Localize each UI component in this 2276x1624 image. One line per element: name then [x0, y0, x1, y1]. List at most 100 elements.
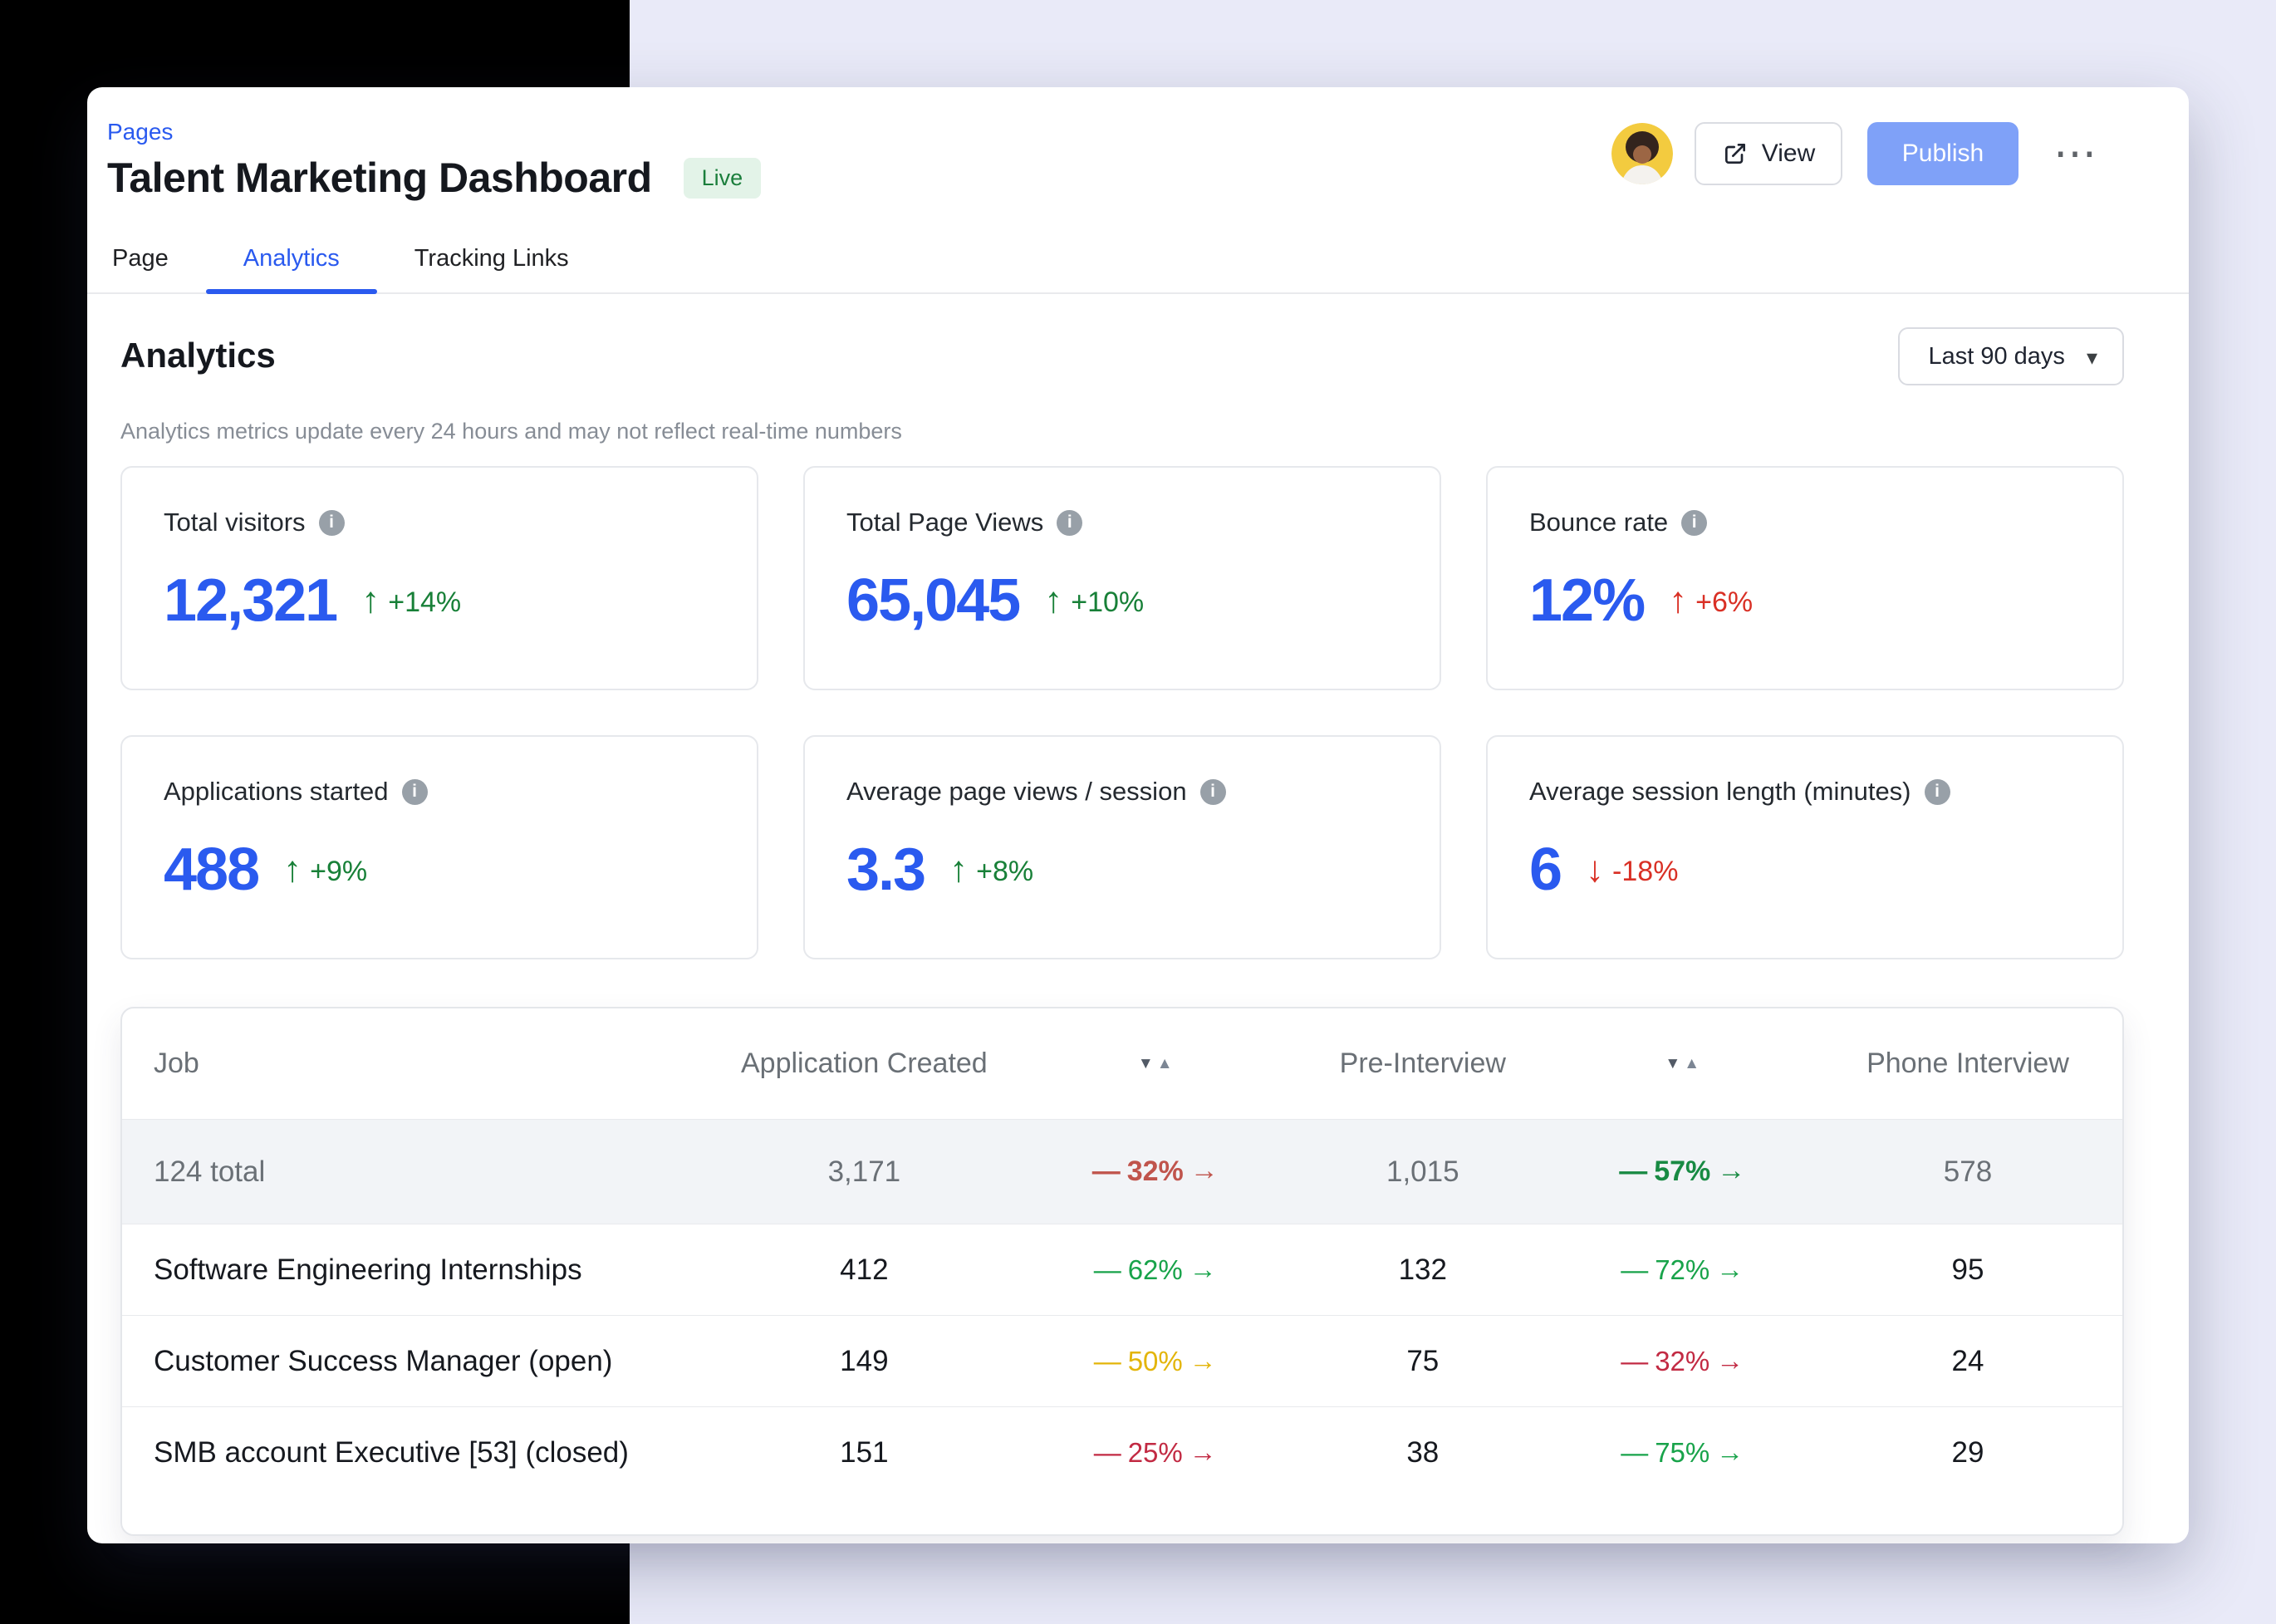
conversion-cell: —72%→ [1552, 1224, 1813, 1315]
conversion-cell: —32%→ [1552, 1316, 1813, 1406]
total-pre-interview: 1,015 [1294, 1120, 1551, 1224]
table-row[interactable]: SMB account Executive [53] (closed) 151 … [122, 1406, 2122, 1498]
view-button-label: View [1762, 140, 1815, 168]
conversion-value: 72% [1655, 1254, 1709, 1286]
pre-interview-value: 38 [1294, 1407, 1551, 1498]
dash-glyph: — [1094, 1437, 1121, 1469]
external-link-icon [1722, 140, 1749, 167]
caret-down-icon: ▾ [2087, 345, 2097, 370]
info-icon[interactable]: i [402, 779, 428, 805]
metric-card-avg-session-length: Average session length (minutes) i 6 ↓ -… [1486, 735, 2124, 959]
flow-arrow-icon: → [1190, 1345, 1217, 1376]
tab-analytics[interactable]: Analytics [206, 228, 377, 292]
metric-delta: ↑ +6% [1669, 582, 1753, 619]
info-icon[interactable]: i [1681, 510, 1707, 536]
dash-glyph: — [1621, 1254, 1648, 1286]
metric-card-avg-page-views: Average page views / session i 3.3 ↑ +8% [803, 735, 1441, 959]
conversion-cell: —75%→ [1552, 1407, 1813, 1498]
sort-desc-icon: ▼ [1138, 1055, 1154, 1073]
table-total-row: 124 total 3,171 —32%→ 1,015 —57%→ 578 [122, 1119, 2122, 1224]
application-created-value: 412 [712, 1224, 1016, 1315]
conversion-cell: —25%→ [1016, 1407, 1294, 1498]
conversion-value: 75% [1655, 1437, 1709, 1469]
metric-delta: ↑ +9% [283, 851, 367, 888]
sort-asc-icon: ▲ [1684, 1055, 1700, 1073]
title-row: Talent Marketing Dashboard Live [107, 154, 761, 202]
metric-label: Applications started [164, 777, 389, 807]
metric-value: 3.3 [846, 840, 925, 900]
total-label: 124 total [122, 1120, 712, 1224]
conversion-value: 32% [1655, 1346, 1709, 1377]
metric-value: 12,321 [164, 571, 336, 630]
delta-value: +9% [310, 856, 367, 888]
column-header-application-created[interactable]: Application Created [712, 1008, 1016, 1119]
delta-value: -18% [1612, 856, 1678, 888]
sort-icon[interactable]: ▼▲ [1552, 1008, 1813, 1119]
total-application-created: 3,171 [712, 1120, 1016, 1224]
section-subtitle: Analytics metrics update every 24 hours … [120, 419, 2124, 444]
trend-up-icon: ↑ [949, 851, 968, 888]
avatar[interactable] [1611, 123, 1673, 184]
info-icon[interactable]: i [1057, 510, 1082, 536]
tab-tracking-links[interactable]: Tracking Links [377, 228, 606, 292]
metric-value: 488 [164, 840, 258, 900]
table-header-row: Job Application Created ▼▲ Pre-Interview… [122, 1008, 2122, 1119]
info-icon[interactable]: i [1200, 779, 1226, 805]
tab-bar: Page Analytics Tracking Links [87, 228, 2189, 294]
more-menu-icon[interactable]: ⋯ [2053, 132, 2097, 175]
metric-delta: ↑ +10% [1044, 582, 1144, 619]
flow-arrow-icon: → [1717, 1155, 1745, 1187]
dash-glyph: — [1092, 1155, 1121, 1188]
job-name: SMB account Executive [53] (closed) [122, 1407, 712, 1498]
conversion-value: 62% [1128, 1254, 1183, 1286]
flow-arrow-icon: → [1190, 1254, 1217, 1285]
view-button[interactable]: View [1695, 122, 1842, 185]
section-title: Analytics [120, 336, 276, 375]
metric-label: Total visitors [164, 508, 306, 537]
metric-delta: ↓ -18% [1586, 851, 1678, 888]
publish-button[interactable]: Publish [1867, 122, 2018, 185]
dash-glyph: — [1621, 1437, 1648, 1469]
info-icon[interactable]: i [1925, 779, 1950, 805]
conversion-cell: —57%→ [1552, 1120, 1813, 1224]
metric-card-applications-started: Applications started i 488 ↑ +9% [120, 735, 758, 959]
dash-glyph: — [1619, 1155, 1647, 1188]
tab-page[interactable]: Page [89, 228, 206, 292]
trend-down-icon: ↓ [1586, 851, 1604, 888]
conversion-value: 25% [1128, 1437, 1183, 1469]
column-header-phone-interview[interactable]: Phone Interview [1813, 1008, 2122, 1119]
breadcrumb[interactable]: Pages [107, 119, 761, 145]
metric-label: Bounce rate [1529, 508, 1668, 537]
application-created-value: 149 [712, 1316, 1016, 1406]
metric-delta: ↑ +8% [949, 851, 1033, 888]
column-header-pre-interview[interactable]: Pre-Interview [1294, 1008, 1551, 1119]
trend-up-icon: ↑ [1044, 582, 1062, 619]
date-range-select[interactable]: Last 90 days ▾ [1898, 327, 2124, 385]
header-left: Pages Talent Marketing Dashboard Live [107, 115, 761, 202]
section-head: Analytics Last 90 days ▾ [120, 336, 2124, 385]
phone-interview-value: 24 [1813, 1316, 2122, 1406]
page-title: Talent Marketing Dashboard [107, 154, 652, 202]
conversion-value: 57% [1654, 1155, 1710, 1188]
dash-glyph: — [1094, 1346, 1121, 1377]
trend-up-icon: ↑ [283, 851, 302, 888]
table-row[interactable]: Software Engineering Internships 412 —62… [122, 1224, 2122, 1315]
metric-value: 6 [1529, 840, 1561, 900]
metric-label: Total Page Views [846, 508, 1043, 537]
trend-up-icon: ↑ [1669, 582, 1687, 619]
metric-value: 65,045 [846, 571, 1019, 630]
sort-icon[interactable]: ▼▲ [1016, 1008, 1294, 1119]
analytics-section: Analytics Last 90 days ▾ Analytics metri… [87, 294, 2189, 1536]
metric-label: Average session length (minutes) [1529, 777, 1911, 807]
metric-grid: Total visitors i 12,321 ↑ +14% Total Pag… [120, 466, 2124, 959]
table-row[interactable]: Customer Success Manager (open) 149 —50%… [122, 1315, 2122, 1406]
info-icon[interactable]: i [319, 510, 345, 536]
app-window: Pages Talent Marketing Dashboard Live [87, 87, 2189, 1543]
trend-up-icon: ↑ [361, 582, 380, 619]
phone-interview-value: 95 [1813, 1224, 2122, 1315]
metric-card-total-page-views: Total Page Views i 65,045 ↑ +10% [803, 466, 1441, 690]
conversion-cell: —62%→ [1016, 1224, 1294, 1315]
flow-arrow-icon: → [1716, 1436, 1744, 1468]
dash-glyph: — [1094, 1254, 1121, 1286]
status-badge: Live [684, 158, 762, 199]
